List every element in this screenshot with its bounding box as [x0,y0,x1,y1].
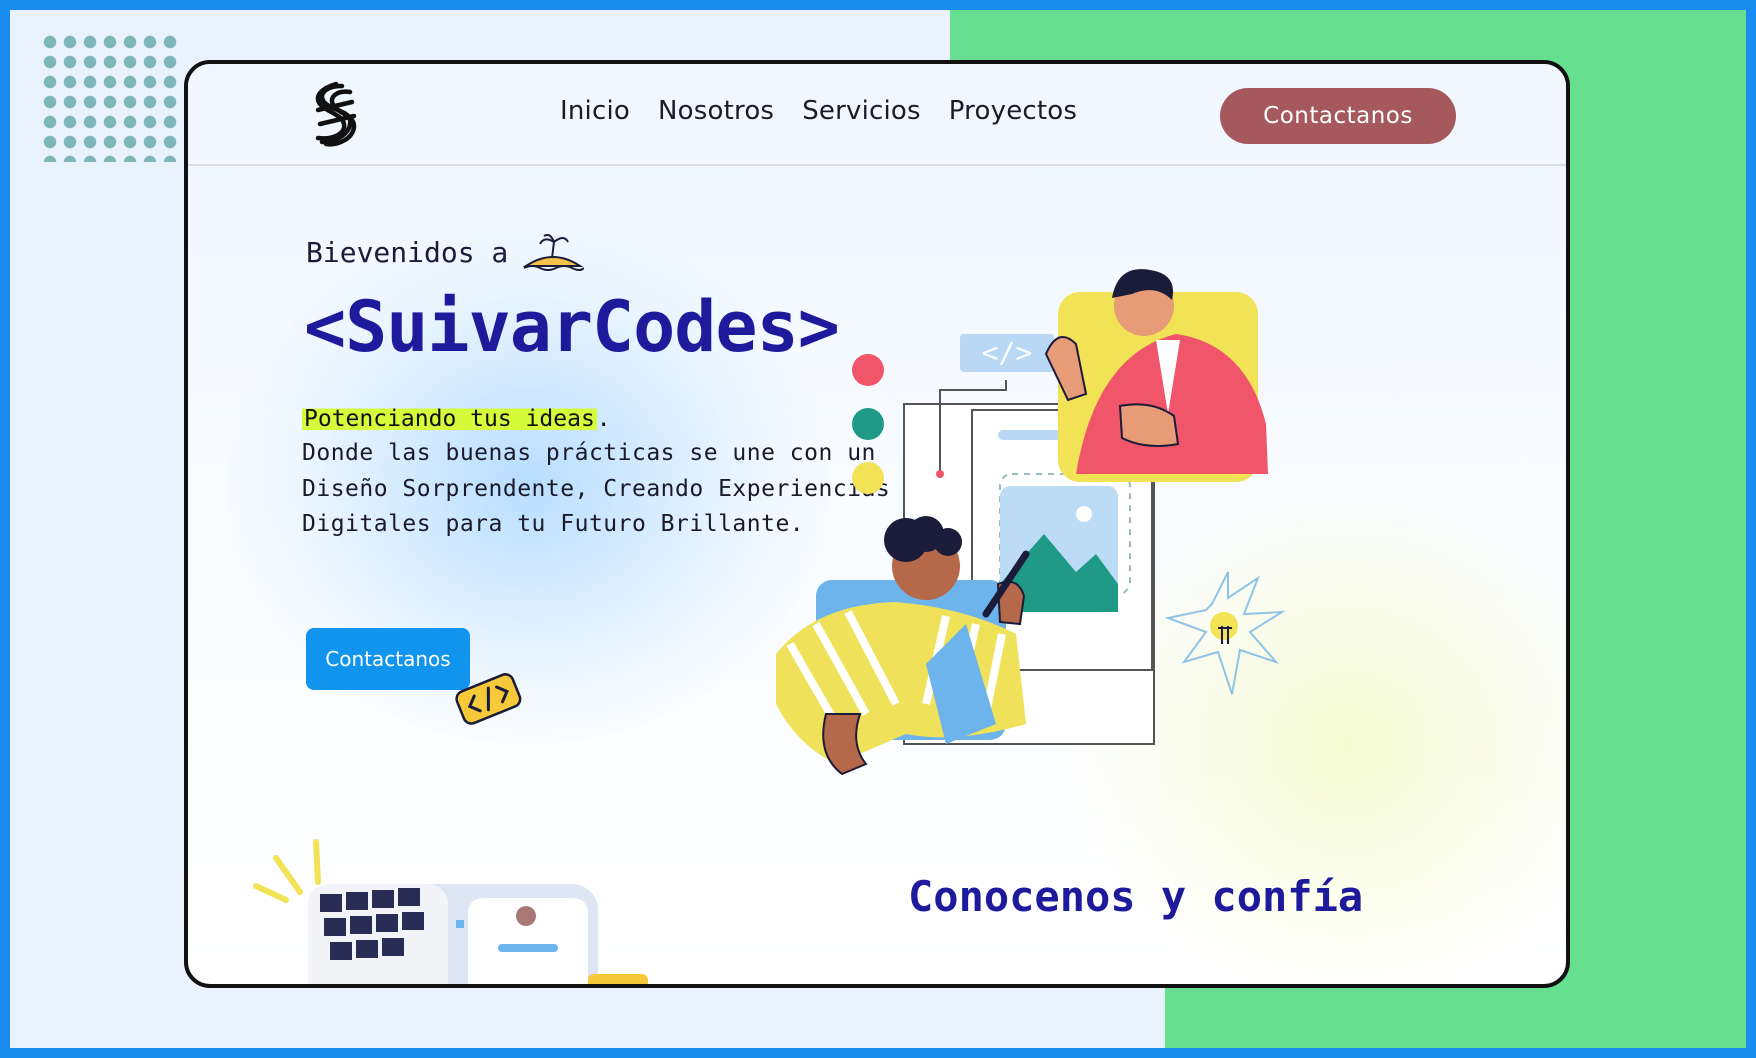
nav-contact-button[interactable]: Contactanos [1220,88,1456,144]
welcome-text: Bievenidos a [306,235,509,269]
navbar: Inicio Nosotros Servicios Proyectos Cont… [188,64,1566,166]
hero-illustration: </> [776,269,1286,776]
lightbulb-icon [1164,571,1286,695]
svg-text:</>: </> [982,336,1033,369]
about-section-title: Conocenos y confía [908,872,1364,921]
island-icon [522,233,585,271]
nav-link-inicio[interactable]: Inicio [560,96,630,126]
nav-link-servicios[interactable]: Servicios [802,96,921,126]
nav-link-nosotros[interactable]: Nosotros [658,96,774,126]
tagline-period: . [596,406,611,432]
code-tag-icon [455,673,522,725]
welcome-line: Bievenidos a [306,232,585,272]
logo-icon[interactable] [308,80,364,150]
browser-frame: Inicio Nosotros Servicios Proyectos Cont… [184,60,1570,988]
nav-link-proyectos[interactable]: Proyectos [949,96,1077,126]
brand-title: <SuivarCodes> [304,286,840,368]
project-preview-image [253,839,648,984]
nav-links: Inicio Nosotros Servicios Proyectos [560,96,1077,126]
hero-contact-button[interactable]: Contactanos [306,628,470,690]
dot-pattern [40,32,180,162]
highlighted-tagline: Potenciando tus ideas [302,406,597,432]
